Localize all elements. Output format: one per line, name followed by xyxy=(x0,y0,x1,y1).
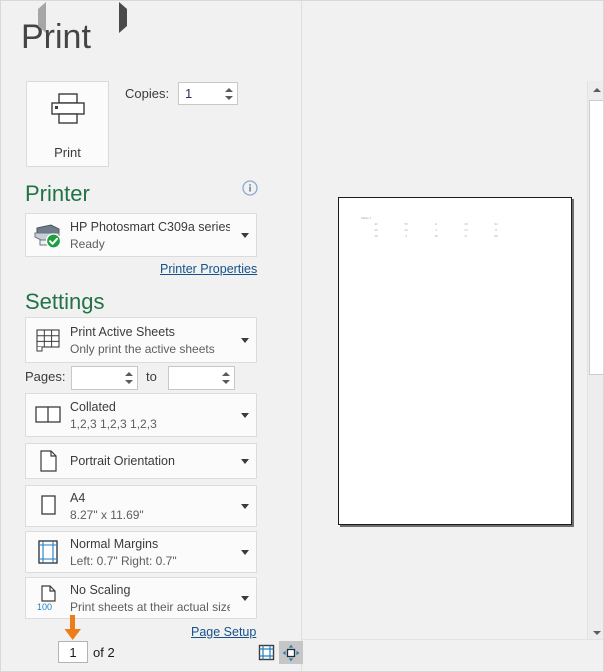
margins-select[interactable]: Normal Margins Left: 0.7" Right: 0.7" xyxy=(25,531,257,573)
printer-section-heading: Printer xyxy=(25,181,90,206)
page-title: Print xyxy=(21,18,91,56)
collation-subtitle: 1,2,3 1,2,3 1,2,3 xyxy=(70,416,157,431)
preview-table: 40 58 11 29 94 49 44 3 53 8 48 4 38 51 88 xyxy=(361,222,511,239)
chevron-down-icon[interactable] xyxy=(234,458,256,464)
chevron-down-icon[interactable] xyxy=(234,232,256,238)
pages-to-stepper[interactable] xyxy=(168,366,235,390)
page-number-input-box[interactable] xyxy=(58,641,88,663)
page-number-input[interactable] xyxy=(59,642,87,662)
margins-subtitle: Left: 0.7" Right: 0.7" xyxy=(70,553,177,568)
print-what-title: Print Active Sheets xyxy=(70,324,175,339)
paper-size-subtitle: 8.27" x 11.69" xyxy=(70,507,144,522)
scroll-thumb[interactable] xyxy=(589,100,603,375)
chevron-down-icon[interactable] xyxy=(234,337,256,343)
preview-table-cell: 4 xyxy=(405,233,407,238)
printer-status: Ready xyxy=(70,236,105,251)
orientation-text: Portrait Orientation xyxy=(70,454,234,468)
printer-properties-link[interactable]: Printer Properties xyxy=(160,262,257,276)
portrait-page-icon xyxy=(26,448,70,474)
collation-title: Collated xyxy=(70,399,116,414)
printer-status-icon xyxy=(26,221,70,249)
scaling-text: No Scaling Print sheets at their actual … xyxy=(70,583,234,614)
pages-from-decrement-icon[interactable] xyxy=(124,380,133,384)
scaling-subtitle: Print sheets at their actual size xyxy=(70,599,230,614)
scaling-title: No Scaling xyxy=(70,582,131,597)
printer-icon xyxy=(48,92,88,131)
pages-to-decrement-icon[interactable] xyxy=(221,380,230,384)
margins-title: Normal Margins xyxy=(70,536,159,551)
printer-name: HP Photosmart C309a series xyxy=(70,219,230,234)
page-setup-link[interactable]: Page Setup xyxy=(191,625,256,639)
print-what-text: Print Active Sheets Only print the activ… xyxy=(70,325,234,356)
collation-text: Collated 1,2,3 1,2,3 1,2,3 xyxy=(70,400,234,431)
pages-to-label: to xyxy=(146,369,157,384)
pages-from-stepper[interactable] xyxy=(71,366,138,390)
preview-scrollbar[interactable] xyxy=(587,81,603,641)
copies-spin-buttons[interactable] xyxy=(223,83,234,104)
margins-icon xyxy=(26,538,70,566)
print-backstage-view: Print Print Copies: Printer xyxy=(0,0,604,672)
copies-increment-icon[interactable] xyxy=(224,87,233,92)
scaling-100-icon: 100 xyxy=(26,583,70,613)
scaling-select[interactable]: 100 No Scaling Print sheets at their act… xyxy=(25,577,257,619)
preview-table-cell: 38 xyxy=(434,233,438,238)
collated-icon xyxy=(26,403,70,427)
pages-to-spin-buttons[interactable] xyxy=(220,367,231,389)
next-page-arrow-icon[interactable] xyxy=(119,2,133,33)
preview-statusbar xyxy=(302,639,603,671)
chevron-down-icon[interactable] xyxy=(234,549,256,555)
preview-table-cell: 51 xyxy=(464,233,468,238)
preview-table-row: 48 4 38 51 88 xyxy=(361,234,511,240)
scroll-up-arrow-icon[interactable] xyxy=(588,81,603,98)
print-preview-pane: Table 1 40 58 11 29 94 49 44 3 53 8 48 4 38 51 88 xyxy=(302,1,603,671)
collation-select[interactable]: Collated 1,2,3 1,2,3 1,2,3 xyxy=(25,393,257,437)
printer-select-text: HP Photosmart C309a series Ready xyxy=(70,220,234,251)
preview-page: Table 1 40 58 11 29 94 49 44 3 53 8 48 4 38 51 88 xyxy=(338,197,572,525)
printer-select[interactable]: HP Photosmart C309a series Ready xyxy=(25,213,257,257)
preview-table-cell: 48 xyxy=(374,233,378,238)
total-pages-label: of 2 xyxy=(93,645,115,660)
preview-table-caption: Table 1 xyxy=(361,216,372,220)
paper-size-select[interactable]: A4 8.27" x 11.69" xyxy=(25,485,257,527)
print-button[interactable]: Print xyxy=(26,81,109,167)
pages-to-increment-icon[interactable] xyxy=(221,372,230,376)
pages-from-increment-icon[interactable] xyxy=(124,372,133,376)
print-what-subtitle: Only print the active sheets xyxy=(70,341,215,356)
orientation-select[interactable]: Portrait Orientation xyxy=(25,443,257,479)
active-sheets-icon xyxy=(26,326,70,354)
paper-size-text: A4 8.27" x 11.69" xyxy=(70,491,234,522)
chevron-down-icon[interactable] xyxy=(234,503,256,509)
preview-sheet-content: Table 1 40 58 11 29 94 49 44 3 53 8 48 4 38 51 88 xyxy=(361,216,511,239)
svg-text:100: 100 xyxy=(37,602,52,612)
info-icon[interactable] xyxy=(241,179,259,197)
chevron-down-icon[interactable] xyxy=(234,595,256,601)
zoom-to-page-icon[interactable] xyxy=(279,641,303,664)
copies-label: Copies: xyxy=(125,86,170,101)
pages-label: Pages: xyxy=(25,369,66,384)
preview-table-cell: 88 xyxy=(494,233,498,238)
margins-text: Normal Margins Left: 0.7" Right: 0.7" xyxy=(70,537,234,568)
paper-size-icon xyxy=(26,493,70,519)
chevron-down-icon[interactable] xyxy=(234,412,256,418)
print-button-label: Print xyxy=(54,145,81,160)
copies-decrement-icon[interactable] xyxy=(224,95,233,100)
show-margins-icon[interactable] xyxy=(254,641,278,664)
copies-stepper[interactable] xyxy=(178,82,238,105)
orientation-title: Portrait Orientation xyxy=(70,454,175,468)
previous-page-arrow-icon[interactable] xyxy=(38,2,52,33)
print-what-select[interactable]: Print Active Sheets Only print the activ… xyxy=(25,317,257,363)
paper-size-title: A4 xyxy=(70,490,86,505)
print-settings-pane: Print Print Copies: Printer xyxy=(1,1,301,671)
pages-from-spin-buttons[interactable] xyxy=(123,367,134,389)
settings-section-heading: Settings xyxy=(25,289,105,314)
